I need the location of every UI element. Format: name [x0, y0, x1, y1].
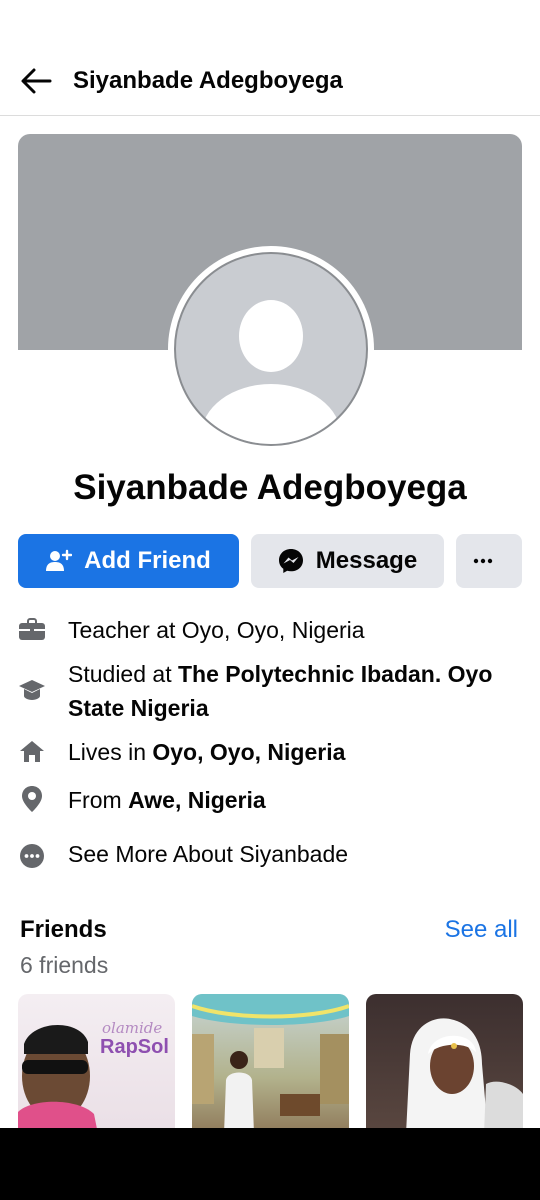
- thumb-script-text: olamide: [102, 1019, 162, 1037]
- top-bar: Siyanbade Adegboyega: [0, 46, 540, 116]
- default-avatar: [174, 252, 368, 446]
- person-silhouette-icon: [201, 300, 341, 444]
- briefcase-icon: [18, 616, 46, 644]
- arrow-left-icon: [21, 68, 52, 94]
- friend-thumbnail[interactable]: olamide RapSol: [18, 994, 175, 1134]
- system-navigation-bar: [0, 1128, 540, 1200]
- lives-in-info: Lives in Oyo, Oyo, Nigeria: [68, 739, 346, 765]
- back-button[interactable]: [16, 64, 56, 98]
- friend-thumbnail[interactable]: [192, 994, 349, 1134]
- add-friend-label: Add Friend: [84, 547, 211, 574]
- add-friend-button[interactable]: Add Friend: [18, 534, 239, 588]
- friend-thumbnail[interactable]: [366, 994, 523, 1134]
- more-circle-icon: [18, 842, 46, 870]
- friends-heading: Friends: [20, 916, 107, 943]
- graduation-cap-icon: [18, 676, 46, 704]
- education-info: Studied at The Polytechnic Ibadan. Oyo S…: [68, 661, 493, 721]
- more-dots-icon: [473, 558, 493, 564]
- header-title: Siyanbade Adegboyega: [73, 67, 343, 94]
- profile-name: Siyanbade Adegboyega: [73, 468, 467, 507]
- location-pin-icon: [18, 785, 46, 813]
- from-info: From Awe, Nigeria: [68, 787, 266, 813]
- see-more-about-link[interactable]: See More About Siyanbade: [68, 837, 348, 871]
- profile-picture[interactable]: [168, 246, 374, 452]
- friends-count: 6 friends: [20, 952, 109, 978]
- add-friend-icon: [46, 549, 73, 571]
- messenger-icon: [278, 549, 303, 573]
- more-options-button[interactable]: [456, 534, 522, 588]
- home-icon: [18, 737, 46, 765]
- thumb-logo-text: RapSol: [100, 1036, 169, 1058]
- message-label: Message: [315, 547, 418, 574]
- see-all-friends-link[interactable]: See all: [445, 916, 518, 944]
- message-button[interactable]: Message: [251, 534, 444, 588]
- work-info: Teacher at Oyo, Oyo, Nigeria: [68, 617, 365, 643]
